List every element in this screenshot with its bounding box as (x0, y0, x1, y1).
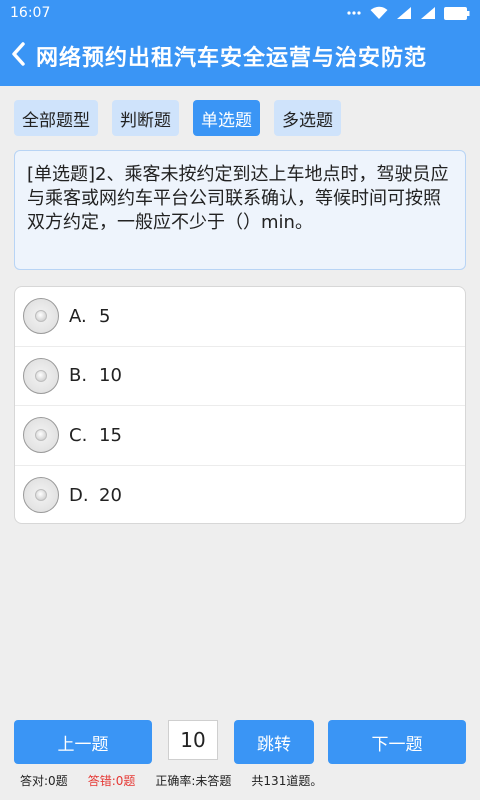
radio-dot-icon (35, 369, 47, 382)
option-b[interactable]: B. 10 (15, 347, 465, 406)
status-bar: 16:07 (0, 0, 480, 26)
bottom-nav: 上一题 跳转 下一题 (0, 720, 480, 768)
wifi-icon (370, 6, 388, 20)
stats-bar: 答对:0题 答错:0题 正确率:未答题 共131道题。 (20, 770, 342, 790)
status-icons (346, 5, 470, 21)
radio-dot-icon (35, 489, 47, 502)
chevron-left-icon (11, 42, 25, 70)
option-letter: D. (69, 484, 89, 506)
question-type-tabs: 全部题型 判断题 单选题 多选题 (14, 100, 341, 136)
app-header: 网络预约出租汽车安全运营与治安防范 (0, 26, 480, 86)
jump-button[interactable]: 跳转 (234, 720, 314, 764)
option-text: 5 (99, 305, 111, 327)
radio-button[interactable] (23, 298, 59, 335)
battery-icon (444, 6, 470, 20)
tab-true-false[interactable]: 判断题 (112, 100, 179, 136)
option-a[interactable]: A. 5 (15, 287, 465, 347)
prev-question-button[interactable]: 上一题 (14, 720, 152, 764)
options-list: A. 5 B. 10 C. 15 D. 20 (14, 286, 466, 524)
tab-single-choice[interactable]: 单选题 (193, 100, 260, 136)
radio-button[interactable] (23, 477, 59, 514)
signal-icon (396, 6, 412, 20)
option-c[interactable]: C. 15 (15, 406, 465, 466)
radio-button[interactable] (23, 357, 59, 394)
option-d[interactable]: D. 20 (15, 466, 465, 524)
wrong-count: 答错:0题 (87, 773, 136, 788)
radio-dot-icon (35, 310, 47, 323)
dots-icon (346, 5, 362, 21)
question-text: [单选题]2、乘客未按约定到达上车地点时，驾驶员应与乘客或网约车平台公司联系确认… (14, 150, 466, 270)
option-text: 15 (99, 424, 122, 446)
option-text: 20 (99, 484, 122, 506)
option-letter: A. (69, 305, 87, 327)
accuracy-rate: 正确率:未答题 (155, 773, 232, 788)
correct-count: 答对:0题 (20, 773, 68, 788)
tab-all-types[interactable]: 全部题型 (14, 100, 98, 136)
option-text: 10 (99, 365, 122, 387)
status-time: 16:07 (10, 5, 51, 21)
signal-icon-2 (420, 6, 436, 20)
radio-button[interactable] (23, 417, 59, 454)
page-title: 网络预约出租汽车安全运营与治安防范 (36, 46, 428, 71)
back-button[interactable] (0, 26, 36, 86)
option-letter: C. (69, 424, 88, 446)
tab-multiple-choice[interactable]: 多选题 (274, 100, 341, 136)
next-question-button[interactable]: 下一题 (328, 720, 466, 764)
radio-dot-icon (35, 429, 47, 442)
page-number-input[interactable] (168, 720, 218, 760)
total-count: 共131道题。 (251, 773, 323, 788)
option-letter: B. (69, 365, 88, 387)
